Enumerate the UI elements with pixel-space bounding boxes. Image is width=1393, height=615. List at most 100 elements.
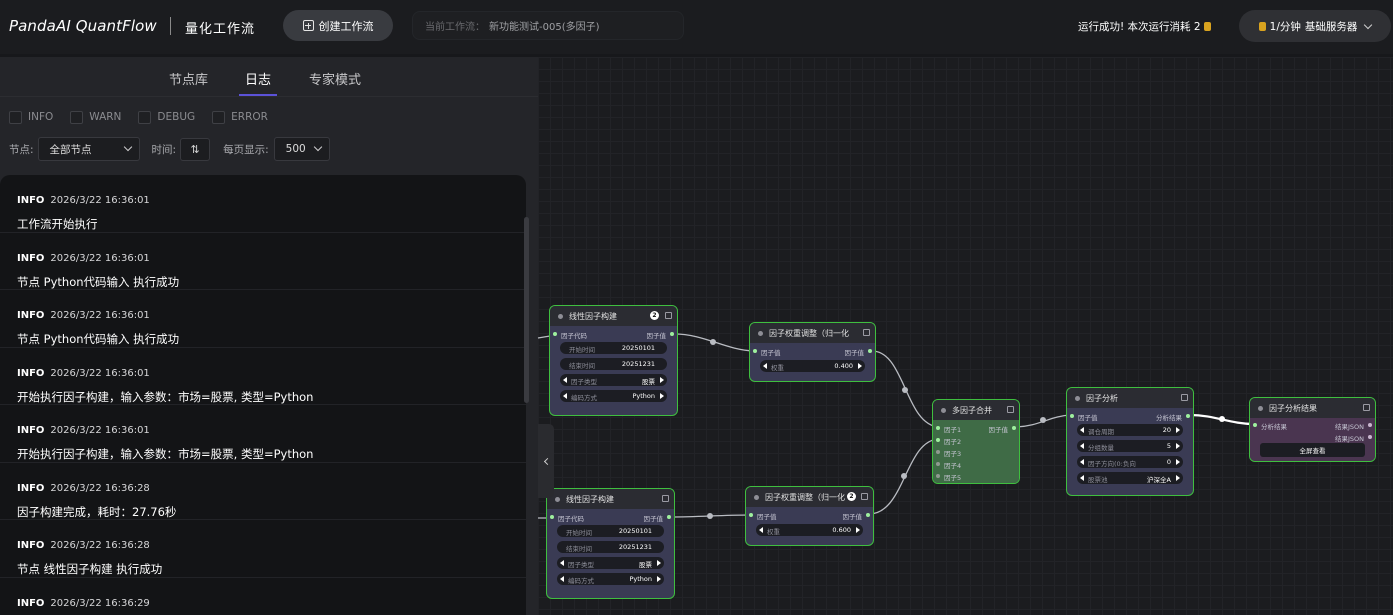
node-linear-factor-2[interactable]: 线性因子构建 因子代码 因子值 开始时间 20250101 结束时间 20251231… (546, 488, 675, 599)
param-factor-direction[interactable]: 因子方向(0:负向 0 (1077, 456, 1183, 468)
node-title: 线性因子构建 (566, 494, 614, 504)
node-weight-adjust-2[interactable]: 因子权重调整（归一化 2 因子值 因子值 权重 0.600 (745, 486, 874, 546)
create-workflow-button[interactable]: 创建工作流 (283, 10, 393, 41)
input-port[interactable] (1070, 414, 1074, 418)
count-badge: 2 (650, 311, 659, 320)
param-weight[interactable]: 权重 0.400 (760, 360, 865, 372)
node-port-row: 因子1 因子值 (933, 423, 1019, 434)
output-label: 因子值 (646, 332, 667, 340)
input-port[interactable] (936, 462, 940, 466)
log-scrollbar[interactable] (524, 217, 529, 403)
node-factor-analysis-result[interactable]: 因子分析结果 分析结果 结果JSON 结果JSON 全屏查看 (1249, 397, 1376, 462)
external-link-icon[interactable] (861, 493, 868, 500)
collapse-panel-button[interactable] (538, 424, 554, 498)
node-header[interactable]: 因子分析结果 (1250, 398, 1375, 418)
checkbox-icon[interactable] (70, 110, 84, 124)
input-port[interactable] (1253, 423, 1257, 427)
run-status: 运行成功! 本次运行消耗 2 (1078, 19, 1211, 34)
param-rebalance-period[interactable]: 调仓周期 20 (1077, 424, 1183, 436)
tab-log[interactable]: 日志 (245, 69, 271, 88)
filter-error[interactable]: ERROR (212, 110, 268, 124)
input-port[interactable] (749, 513, 753, 517)
external-link-icon[interactable] (662, 495, 669, 502)
output-port[interactable] (1186, 414, 1190, 418)
field-key: 因子方向(0:负向 (1088, 460, 1136, 468)
param-start-date[interactable]: 开始时间 20250101 (560, 342, 667, 354)
filter-warn[interactable]: WARN (70, 110, 121, 124)
checkbox-icon[interactable] (212, 110, 226, 124)
param-end-date[interactable]: 结束时间 20251231 (560, 358, 667, 370)
node-weight-adjust-1[interactable]: 因子权重调整（归一化 因子值 因子值 权重 0.400 (749, 322, 876, 382)
log-entry: INFO 2026/3/22 16:36:01 工作流开始执行 (0, 175, 526, 233)
node-linear-factor-1[interactable]: 线性因子构建 2 因子代码 因子值 开始时间 20250101 结束时间 202512… (549, 305, 678, 416)
output-port[interactable] (1368, 435, 1372, 439)
log-level: INFO (17, 482, 45, 494)
param-factor-type[interactable]: 因子类型 股票 (557, 557, 664, 569)
top-bar: PandaAI QuantFlow 量化工作流 创建工作流 当前工作流： 新功能… (0, 0, 1393, 54)
node-ports: 结果JSON (1250, 432, 1375, 443)
time-sort-button[interactable]: ⇅ (180, 137, 211, 161)
input-port[interactable] (550, 515, 554, 519)
field-value: 20250101 (618, 527, 652, 535)
coin-icon (1258, 21, 1266, 31)
output-port[interactable] (1368, 423, 1372, 427)
param-start-date[interactable]: 开始时间 20250101 (557, 525, 664, 537)
param-weight[interactable]: 权重 0.600 (756, 524, 863, 536)
param-group-count[interactable]: 分组数量 5 (1077, 440, 1183, 452)
node-header[interactable]: 因子权重调整（归一化 (750, 323, 875, 343)
param-end-date[interactable]: 结束时间 20251231 (557, 541, 664, 553)
input-port[interactable] (753, 349, 757, 353)
output-port[interactable] (670, 332, 674, 336)
node-header[interactable]: 线性因子构建 (547, 489, 674, 509)
field-value: 沪深全A (1147, 476, 1171, 484)
server-select[interactable]: 1/分钟 基础服务器 (1239, 10, 1391, 42)
input-label: 因子5 (944, 474, 962, 482)
param-encoding[interactable]: 编码方式 Python (557, 573, 664, 585)
log-level: INFO (17, 310, 45, 321)
log-time: 2026/3/22 16:36:28 (50, 482, 150, 494)
run-status-text: 运行成功! 本次运行消耗 2 (1078, 21, 1201, 33)
log-level: INFO (17, 540, 45, 551)
output-port[interactable] (1012, 426, 1016, 430)
node-title: 因子分析结果 (1269, 403, 1317, 413)
node-ports: 因子值 因子值 (750, 346, 875, 357)
field-key: 分组数量 (1088, 444, 1114, 452)
node-select[interactable]: 全部节点 (37, 137, 140, 161)
param-factor-type[interactable]: 因子类型 股票 (560, 374, 667, 386)
tab-node-library[interactable]: 节点库 (169, 69, 208, 88)
node-multi-factor-merge[interactable]: 多因子合并 因子1 因子值 因子2 因子3 因子4 因子5 (932, 399, 1020, 484)
field-value: Python (632, 392, 655, 400)
current-workflow-field[interactable]: 当前工作流： 新功能测试-005(多因子) (412, 11, 684, 40)
output-port[interactable] (866, 513, 870, 517)
node-header[interactable]: 因子分析 (1067, 388, 1193, 408)
external-link-icon[interactable] (1363, 404, 1370, 411)
filter-info[interactable]: INFO (9, 110, 53, 124)
fullscreen-view-button[interactable]: 全屏查看 (1260, 443, 1365, 457)
create-workflow-label: 创建工作流 (318, 19, 374, 33)
checkbox-icon[interactable] (9, 110, 22, 124)
input-port[interactable] (936, 438, 940, 442)
per-page-select[interactable]: 500 (273, 137, 330, 161)
node-factor-analysis[interactable]: 因子分析 因子值 分析结果 调仓周期 20 分组数量 5 因子方向(0:负向 0 股票池… (1066, 387, 1194, 496)
external-link-icon[interactable] (863, 329, 870, 336)
log-list[interactable]: INFO 2026/3/22 16:36:01 工作流开始执行 INFO 2026/… (0, 175, 526, 615)
param-encoding[interactable]: 编码方式 Python (560, 390, 667, 402)
tab-expert-mode[interactable]: 专家模式 (309, 69, 361, 88)
external-link-icon[interactable] (665, 312, 672, 319)
input-port[interactable] (936, 450, 940, 454)
output-port[interactable] (868, 349, 872, 353)
output-port[interactable] (667, 515, 671, 519)
node-title: 线性因子构建 (569, 311, 617, 321)
input-port[interactable] (936, 426, 940, 430)
checkbox-icon[interactable] (138, 110, 152, 124)
input-port[interactable] (553, 332, 557, 336)
log-message: 节点 线性因子构建 执行成功 (17, 562, 163, 576)
chevron-left-icon (543, 457, 552, 465)
external-link-icon[interactable] (1181, 394, 1188, 401)
param-stock-pool[interactable]: 股票池 沪深全A (1077, 472, 1183, 484)
node-port-row: 因子2 (933, 435, 1019, 446)
input-label: 因子值 (1078, 414, 1098, 422)
filter-debug[interactable]: DEBUG (138, 110, 195, 124)
external-link-icon[interactable] (1007, 406, 1014, 413)
input-port[interactable] (936, 474, 940, 478)
